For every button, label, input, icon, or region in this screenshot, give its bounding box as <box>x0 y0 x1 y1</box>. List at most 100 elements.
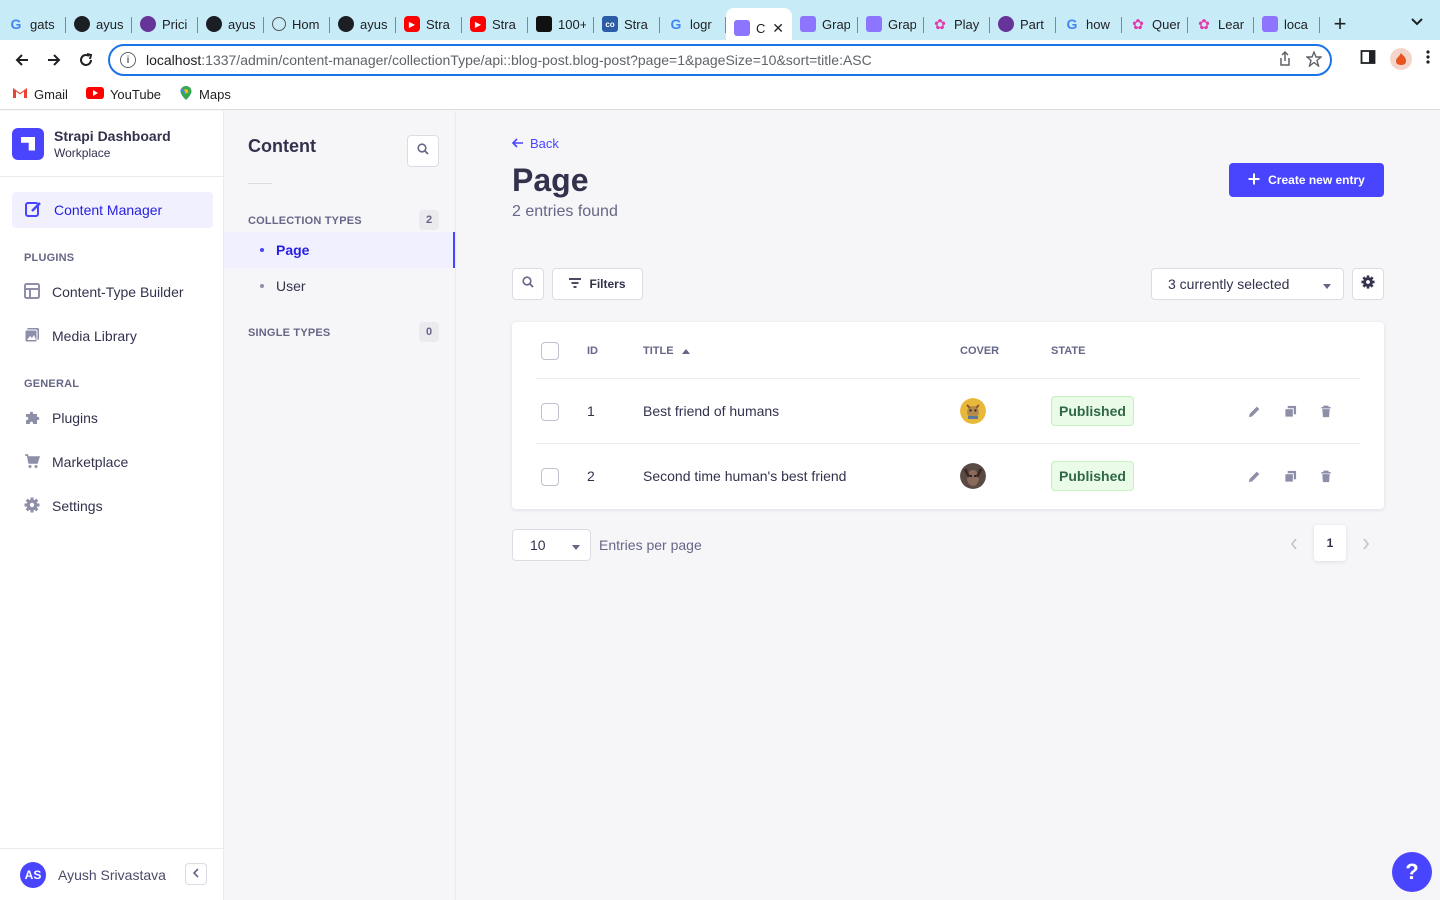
columns-select-value: 3 currently selected <box>1168 276 1290 292</box>
column-header-state[interactable]: STATE <box>1051 335 1085 367</box>
content-manager-icon <box>24 200 42 221</box>
forward-arrow-icon[interactable] <box>38 44 70 76</box>
filters-button[interactable]: Filters <box>552 268 643 300</box>
tab-label: how <box>1086 16 1110 32</box>
single-types-label: SINGLE TYPES <box>248 327 331 339</box>
help-button[interactable]: ? <box>1392 852 1432 892</box>
collapse-nav-button[interactable] <box>185 863 207 885</box>
address-bar[interactable]: i localhost:1337/admin/content-manager/c… <box>108 44 1332 76</box>
bullet-icon <box>260 284 264 288</box>
edit-pencil-icon[interactable] <box>1246 403 1262 419</box>
browser-tab[interactable]: Prici <box>132 8 198 40</box>
graphql-icon: ✿ <box>1132 15 1144 32</box>
create-new-entry-button[interactable]: Create new entry <box>1229 163 1384 197</box>
nav-item-plugins[interactable]: Plugins <box>0 396 223 440</box>
content-subnav: Content COLLECTION TYPES 2 Page User SIN… <box>224 111 456 900</box>
single-types-count: 0 <box>419 322 439 342</box>
user-profile[interactable]: AS Ayush Srivastava <box>0 848 223 900</box>
browser-tab[interactable]: ✿ Lear <box>1188 8 1254 40</box>
gmail-icon <box>12 87 28 102</box>
subnav-item-page[interactable]: Page <box>224 232 455 268</box>
browser-tab[interactable]: ✿ Play <box>924 8 990 40</box>
plus-icon <box>1248 173 1260 188</box>
back-link[interactable]: Back <box>511 136 559 151</box>
duplicate-icon[interactable] <box>1282 468 1298 484</box>
browser-menu-icon[interactable] <box>1426 49 1430 70</box>
strapi-icon <box>734 20 750 36</box>
browser-tab[interactable]: Ggats <box>0 8 66 40</box>
column-header-title[interactable]: TITLE <box>643 335 690 367</box>
row-checkbox[interactable] <box>541 468 559 486</box>
globe-icon <box>272 17 286 31</box>
subnav-search-button[interactable] <box>407 135 439 167</box>
page-size-select[interactable]: 10 <box>512 529 591 561</box>
subnav-item-label: User <box>276 278 306 294</box>
tab-label: logr <box>690 16 712 32</box>
nav-item-settings[interactable]: Settings <box>0 484 223 528</box>
reload-icon[interactable] <box>70 44 102 76</box>
close-tab-icon[interactable]: ✕ <box>772 20 784 37</box>
subnav-title: Content <box>248 136 316 156</box>
bookmark-gmail[interactable]: Gmail <box>12 87 68 102</box>
browser-tab[interactable]: ▶ Stra <box>462 8 528 40</box>
nav-item-label: Marketplace <box>52 454 129 470</box>
gear-icon <box>1361 274 1375 294</box>
browser-tab[interactable]: ayus <box>66 8 132 40</box>
back-arrow-icon[interactable] <box>6 44 38 76</box>
column-header-id[interactable]: ID <box>587 335 598 367</box>
row-checkbox[interactable] <box>541 403 559 421</box>
site-info-icon[interactable]: i <box>120 52 136 68</box>
share-icon[interactable] <box>1278 50 1292 70</box>
edit-pencil-icon[interactable] <box>1246 468 1262 484</box>
bookmark-star-icon[interactable] <box>1305 50 1323 70</box>
subnav-item-user[interactable]: User <box>224 268 455 304</box>
filter-icon <box>569 277 582 291</box>
browser-tab[interactable]: Part <box>990 8 1056 40</box>
browser-tab[interactable]: ayus <box>330 8 396 40</box>
columns-select[interactable]: 3 currently selected <box>1151 268 1344 300</box>
url-path: :1337/admin/content-manager/collectionTy… <box>201 52 872 68</box>
browser-tab[interactable]: Glogr <box>660 8 726 40</box>
browser-tab[interactable]: loca <box>1254 8 1320 40</box>
tab-label: Prici <box>162 16 188 32</box>
browser-tab[interactable]: Grap <box>792 8 858 40</box>
url-host: localhost <box>146 52 202 68</box>
duplicate-icon[interactable] <box>1282 403 1298 419</box>
nav-item-content-manager[interactable]: Content Manager <box>12 192 213 228</box>
entries-count: 2 entries found <box>512 203 618 220</box>
side-panel-icon[interactable] <box>1360 49 1376 70</box>
browser-toolbar: i localhost:1337/admin/content-manager/c… <box>0 40 1440 80</box>
browser-tab[interactable]: Ghow <box>1056 8 1122 40</box>
trash-icon[interactable] <box>1318 403 1334 419</box>
table-search-button[interactable] <box>512 268 544 300</box>
browser-tab[interactable]: ✿ Quer <box>1122 8 1188 40</box>
trash-icon[interactable] <box>1318 468 1334 484</box>
browser-tab[interactable]: ▶ Stra <box>396 8 462 40</box>
collection-types-count: 2 <box>419 210 439 230</box>
nav-item-media-library[interactable]: Media Library <box>0 314 223 358</box>
image-icon <box>24 327 40 346</box>
maps-icon <box>179 85 193 104</box>
bookmark-maps[interactable]: Maps <box>179 85 231 104</box>
browser-tab[interactable]: 100+ <box>528 8 594 40</box>
new-tab-button[interactable]: + <box>1320 8 1360 40</box>
nav-item-label: Content Manager <box>54 202 163 218</box>
browser-tab[interactable]: co Stra <box>594 8 660 40</box>
subnav-item-label: Page <box>276 242 310 258</box>
browser-tab[interactable]: ayus <box>198 8 264 40</box>
caret-down-icon <box>572 537 580 553</box>
browser-tab[interactable]: Hom <box>264 8 330 40</box>
select-all-checkbox[interactable] <box>541 342 559 360</box>
next-page-chevron-icon[interactable] <box>1358 534 1374 554</box>
nav-item-marketplace[interactable]: Marketplace <box>0 440 223 484</box>
browser-tab[interactable]: Grap <box>858 8 924 40</box>
tab-search-chevron-icon[interactable] <box>1410 14 1424 30</box>
pagination-page[interactable]: 1 <box>1314 525 1346 561</box>
list-settings-button[interactable] <box>1352 268 1384 300</box>
profile-avatar-icon[interactable] <box>1390 48 1412 70</box>
bookmark-label: Gmail <box>34 87 68 102</box>
nav-item-content-type-builder[interactable]: Content-Type Builder <box>0 270 223 314</box>
previous-page-chevron-icon[interactable] <box>1286 534 1302 554</box>
youtube-icon <box>85 87 104 102</box>
bookmark-youtube[interactable]: YouTube <box>85 87 161 102</box>
